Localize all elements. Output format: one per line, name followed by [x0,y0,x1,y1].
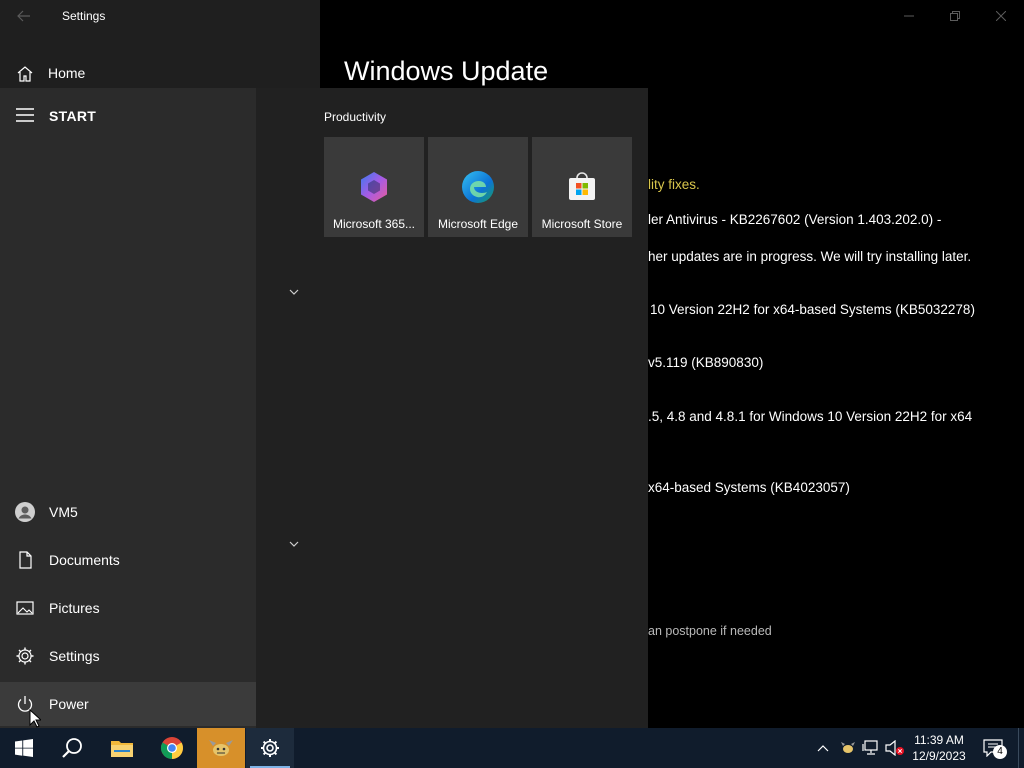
notification-count-badge: 4 [993,745,1007,759]
windows-start-icon [15,739,33,757]
chrome-button[interactable] [148,728,196,768]
tile-microsoft-store[interactable]: Microsoft Store [532,137,632,237]
chevron-down-icon[interactable] [288,287,300,297]
window-title: Settings [62,9,106,23]
hamburger-menu-icon [16,108,34,122]
rail-item-user[interactable]: VM5 [0,490,256,534]
microsoft-365-icon [361,172,387,202]
clock-date: 12/9/2023 [912,749,966,763]
rail-item-label: Power [49,696,89,712]
rail-item-label: Documents [49,552,120,568]
show-hidden-icons-button[interactable] [812,728,834,768]
restore-icon [950,11,960,21]
start-header-label: START [49,108,97,124]
taskbar: 11:39 AM 12/9/2023 4 [0,728,1024,768]
rail-item-pictures[interactable]: Pictures [0,586,256,630]
settings-gear-icon [261,739,279,757]
tile-label: Microsoft 365... [332,217,416,231]
tile-label: Microsoft Edge [437,217,519,231]
network-icon [862,740,878,755]
search-icon [62,738,82,758]
network-button[interactable] [860,728,882,768]
update-item: 10 Version 22H2 for x64-based Systems (K… [650,302,975,317]
back-button[interactable] [10,4,38,28]
tile-microsoft-365[interactable]: Microsoft 365... [324,137,424,237]
action-center-button[interactable]: 4 [980,728,1007,768]
update-item: ler Antivirus - KB2267602 (Version 1.403… [648,212,942,227]
update-status-text: lity fixes. [648,177,700,192]
notifications-icon: 4 [983,739,1007,759]
tray-app-button[interactable] [838,728,858,768]
close-button[interactable] [978,0,1024,32]
rail-item-settings[interactable]: Settings [0,634,256,678]
pause-updates-subtext: an postpone if needed [648,624,772,638]
tile-microsoft-edge[interactable]: Microsoft Edge [428,137,528,237]
tile-label: Microsoft Store [541,217,623,231]
window-controls [886,0,1024,32]
settings-taskbar-button[interactable] [246,728,294,768]
clock-time: 11:39 AM [914,733,964,747]
show-desktop-button[interactable] [1018,728,1024,768]
file-explorer-icon [111,741,133,757]
close-icon [996,11,1006,21]
gear-icon [16,647,34,665]
nav-home-label: Home [48,65,86,81]
page-title: Windows Update [344,56,549,86]
app-icon [209,740,233,756]
rail-item-documents[interactable]: Documents [0,538,256,582]
back-arrow-icon [17,10,30,22]
taskbar-app-button[interactable] [197,728,245,768]
tray-app-icon [841,742,855,753]
store-icon [569,172,595,200]
chrome-icon [161,737,183,759]
update-item-status: her updates are in progress. We will try… [648,249,972,264]
start-header-button[interactable]: START [0,100,256,132]
tile-group-title: Productivity [324,110,387,124]
start-rail: START VM5 Documents Pictures Settings Po… [0,88,256,728]
search-button[interactable] [48,728,96,768]
update-item: .5, 4.8 and 4.8.1 for Windows 10 Version… [648,409,973,424]
update-item: x64-based Systems (KB4023057) [648,480,850,495]
mouse-cursor-icon [29,709,41,728]
rail-item-label: Settings [49,648,100,664]
restore-button[interactable] [932,0,978,32]
home-icon [17,66,33,82]
rail-item-label: Pictures [49,600,100,616]
pictures-icon [16,601,34,615]
chevron-up-icon [817,745,829,752]
rail-item-label: VM5 [49,504,78,520]
taskbar-clock[interactable]: 11:39 AM 12/9/2023 [906,732,972,764]
volume-muted-icon [885,740,904,756]
user-avatar-icon [15,502,35,522]
minimize-button[interactable] [886,0,932,32]
start-button[interactable] [0,728,48,768]
chevron-down-icon[interactable] [288,539,300,549]
nav-home[interactable]: Home [0,56,320,92]
start-menu: START VM5 Documents Pictures Settings Po… [0,88,648,728]
minimize-icon [904,15,914,17]
edge-icon [462,171,494,203]
volume-button[interactable] [884,728,906,768]
update-item: v5.119 (KB890830) [648,355,764,370]
document-icon [19,551,32,569]
file-explorer-button[interactable] [98,728,146,768]
